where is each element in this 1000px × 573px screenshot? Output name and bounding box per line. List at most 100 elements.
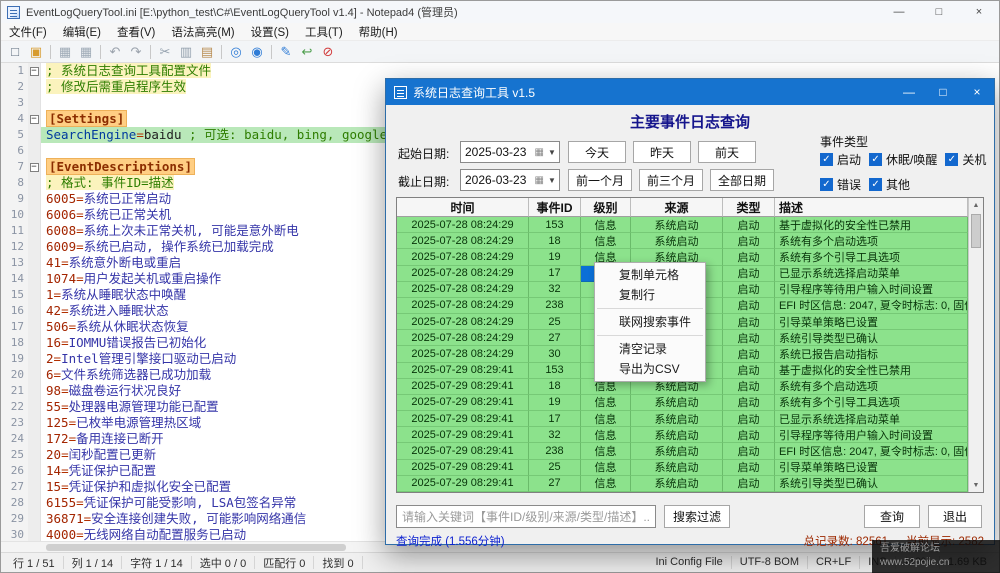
table-cell[interactable]: 启动 <box>723 298 775 314</box>
column-header[interactable]: 来源 <box>631 198 723 217</box>
table-cell[interactable]: 启动 <box>723 395 775 411</box>
status-segment[interactable]: Ini Config File <box>647 556 731 569</box>
table-cell[interactable]: 系统已报告启动指标 <box>775 346 968 362</box>
exit-button[interactable]: 退出 <box>928 505 982 528</box>
table-cell[interactable]: 19 <box>529 249 581 265</box>
menu-item[interactable]: 语法高亮(M) <box>163 24 242 40</box>
column-header[interactable]: 时间 <box>397 198 529 217</box>
table-cell[interactable]: 引导程序等待用户输入时间设置 <box>775 427 968 443</box>
table-cell[interactable]: 系统启动 <box>631 395 723 411</box>
exit-icon[interactable]: ⊘ <box>318 42 338 62</box>
table-cell[interactable]: 系统启动 <box>631 443 723 459</box>
table-cell[interactable]: 17 <box>529 266 581 282</box>
event-type-checkbox[interactable]: ✓休眠/唤醒 <box>869 151 937 168</box>
table-cell[interactable]: 信息 <box>581 476 631 492</box>
status-segment[interactable]: UTF-8 BOM <box>732 556 808 569</box>
table-cell[interactable]: 系统有多个启动选项 <box>775 233 968 249</box>
event-type-checkbox[interactable]: ✓其他 <box>869 176 910 193</box>
table-row[interactable]: 2025-07-29 08:29:4119信息系统启动启动系统有多个引导工具选项 <box>397 395 968 411</box>
open-folder-icon[interactable]: ▣ <box>26 42 46 62</box>
table-cell[interactable]: 启动 <box>723 330 775 346</box>
context-menu-item[interactable]: 导出为CSV <box>595 359 705 379</box>
query-tool-maximize-icon[interactable]: □ <box>926 79 960 105</box>
column-header[interactable]: 事件ID <box>529 198 581 217</box>
table-cell[interactable]: 启动 <box>723 411 775 427</box>
context-menu-item[interactable]: 复制行 <box>595 285 705 305</box>
table-cell[interactable]: 19 <box>529 395 581 411</box>
event-type-checkbox[interactable]: ✓启动 <box>820 151 861 168</box>
column-header[interactable]: 级别 <box>581 198 631 217</box>
table-cell[interactable]: 系统有多个引导工具选项 <box>775 395 968 411</box>
table-cell[interactable]: 信息 <box>581 443 631 459</box>
table-cell[interactable]: 启动 <box>723 217 775 233</box>
query-tool-minimize-icon[interactable]: — <box>892 79 926 105</box>
start-date-picker[interactable]: 2025-03-23 ▦ ▼ <box>460 141 560 163</box>
table-cell[interactable]: 2025-07-28 08:24:29 <box>397 266 529 282</box>
table-cell[interactable]: 信息 <box>581 233 631 249</box>
new-file-icon[interactable]: □ <box>5 42 25 62</box>
scroll-up-icon[interactable]: ▲ <box>969 198 983 212</box>
context-menu-item[interactable]: 复制单元格 <box>595 265 705 285</box>
quick-date-button[interactable]: 前天 <box>698 141 756 163</box>
table-cell[interactable]: 2025-07-28 08:24:29 <box>397 233 529 249</box>
scroll-down-icon[interactable]: ▼ <box>969 478 983 492</box>
table-cell[interactable]: 系统引导类型已确认 <box>775 330 968 346</box>
table-cell[interactable]: 引导菜单策略已设置 <box>775 460 968 476</box>
event-type-checkbox[interactable]: ✓错误 <box>820 176 861 193</box>
table-cell[interactable]: 27 <box>529 330 581 346</box>
edit-mode-icon[interactable]: ✎ <box>276 42 296 62</box>
table-cell[interactable]: 2025-07-28 08:24:29 <box>397 298 529 314</box>
menu-item[interactable]: 工具(T) <box>297 24 351 40</box>
table-cell[interactable]: 启动 <box>723 460 775 476</box>
table-cell[interactable]: 系统启动 <box>631 427 723 443</box>
table-cell[interactable]: 系统启动 <box>631 411 723 427</box>
table-cell[interactable]: 18 <box>529 233 581 249</box>
table-row[interactable]: 2025-07-28 08:24:29153信息系统启动启动基于虚拟化的安全性已… <box>397 217 968 233</box>
table-row[interactable]: 2025-07-29 08:29:4125信息系统启动启动引导菜单策略已设置 <box>397 460 968 476</box>
quick-date-button[interactable]: 前三个月 <box>639 169 703 191</box>
chevron-down-icon[interactable]: ▼ <box>545 148 559 157</box>
table-cell[interactable]: 启动 <box>723 282 775 298</box>
search-input[interactable] <box>396 505 656 528</box>
table-row[interactable]: 2025-07-28 08:24:2918信息系统启动启动系统有多个启动选项 <box>397 233 968 249</box>
table-cell[interactable]: 系统启动 <box>631 217 723 233</box>
table-cell[interactable]: 信息 <box>581 411 631 427</box>
event-type-checkbox[interactable]: ✓关机 <box>945 151 986 168</box>
table-cell[interactable]: 2025-07-29 08:29:41 <box>397 460 529 476</box>
table-cell[interactable]: 2025-07-28 08:24:29 <box>397 314 529 330</box>
query-button[interactable]: 查询 <box>864 505 920 528</box>
table-scrollbar-thumb[interactable] <box>971 214 981 248</box>
table-cell[interactable]: 25 <box>529 460 581 476</box>
table-cell[interactable]: 启动 <box>723 233 775 249</box>
table-cell[interactable]: 启动 <box>723 266 775 282</box>
undo-icon[interactable]: ↶ <box>105 42 125 62</box>
table-cell[interactable]: 启动 <box>723 427 775 443</box>
notepad-titlebar[interactable]: EventLogQueryTool.ini [E:\python_test\C#… <box>1 1 999 23</box>
menu-item[interactable]: 编辑(E) <box>55 24 109 40</box>
table-cell[interactable]: 153 <box>529 363 581 379</box>
table-cell[interactable]: 2025-07-29 08:29:41 <box>397 411 529 427</box>
fold-toggle-icon[interactable]: − <box>30 67 39 76</box>
table-cell[interactable]: 30 <box>529 346 581 362</box>
table-cell[interactable]: 2025-07-28 08:24:29 <box>397 217 529 233</box>
context-menu-item[interactable]: 联网搜索事件 <box>595 312 705 332</box>
column-header[interactable]: 类型 <box>723 198 775 217</box>
menu-item[interactable]: 设置(S) <box>243 24 297 40</box>
table-cell[interactable]: 已显示系统选择启动菜单 <box>775 411 968 427</box>
wrap-icon[interactable]: ↩ <box>297 42 317 62</box>
table-cell[interactable]: 基于虚拟化的安全性已禁用 <box>775 363 968 379</box>
query-tool-titlebar[interactable]: 系统日志查询工具 v1.5 — □ × <box>386 79 994 105</box>
table-cell[interactable]: 32 <box>529 427 581 443</box>
save-icon[interactable]: ▦ <box>55 42 75 62</box>
table-cell[interactable]: 启动 <box>723 443 775 459</box>
context-menu-item[interactable]: 清空记录 <box>595 339 705 359</box>
table-cell[interactable]: 启动 <box>723 476 775 492</box>
table-cell[interactable]: 启动 <box>723 363 775 379</box>
table-cell[interactable]: 2025-07-29 08:29:41 <box>397 427 529 443</box>
table-cell[interactable]: 系统有多个引导工具选项 <box>775 249 968 265</box>
table-cell[interactable]: 18 <box>529 379 581 395</box>
table-cell[interactable]: 32 <box>529 282 581 298</box>
paste-icon[interactable]: ▤ <box>197 42 217 62</box>
table-cell[interactable]: 238 <box>529 298 581 314</box>
table-cell[interactable]: 系统启动 <box>631 460 723 476</box>
